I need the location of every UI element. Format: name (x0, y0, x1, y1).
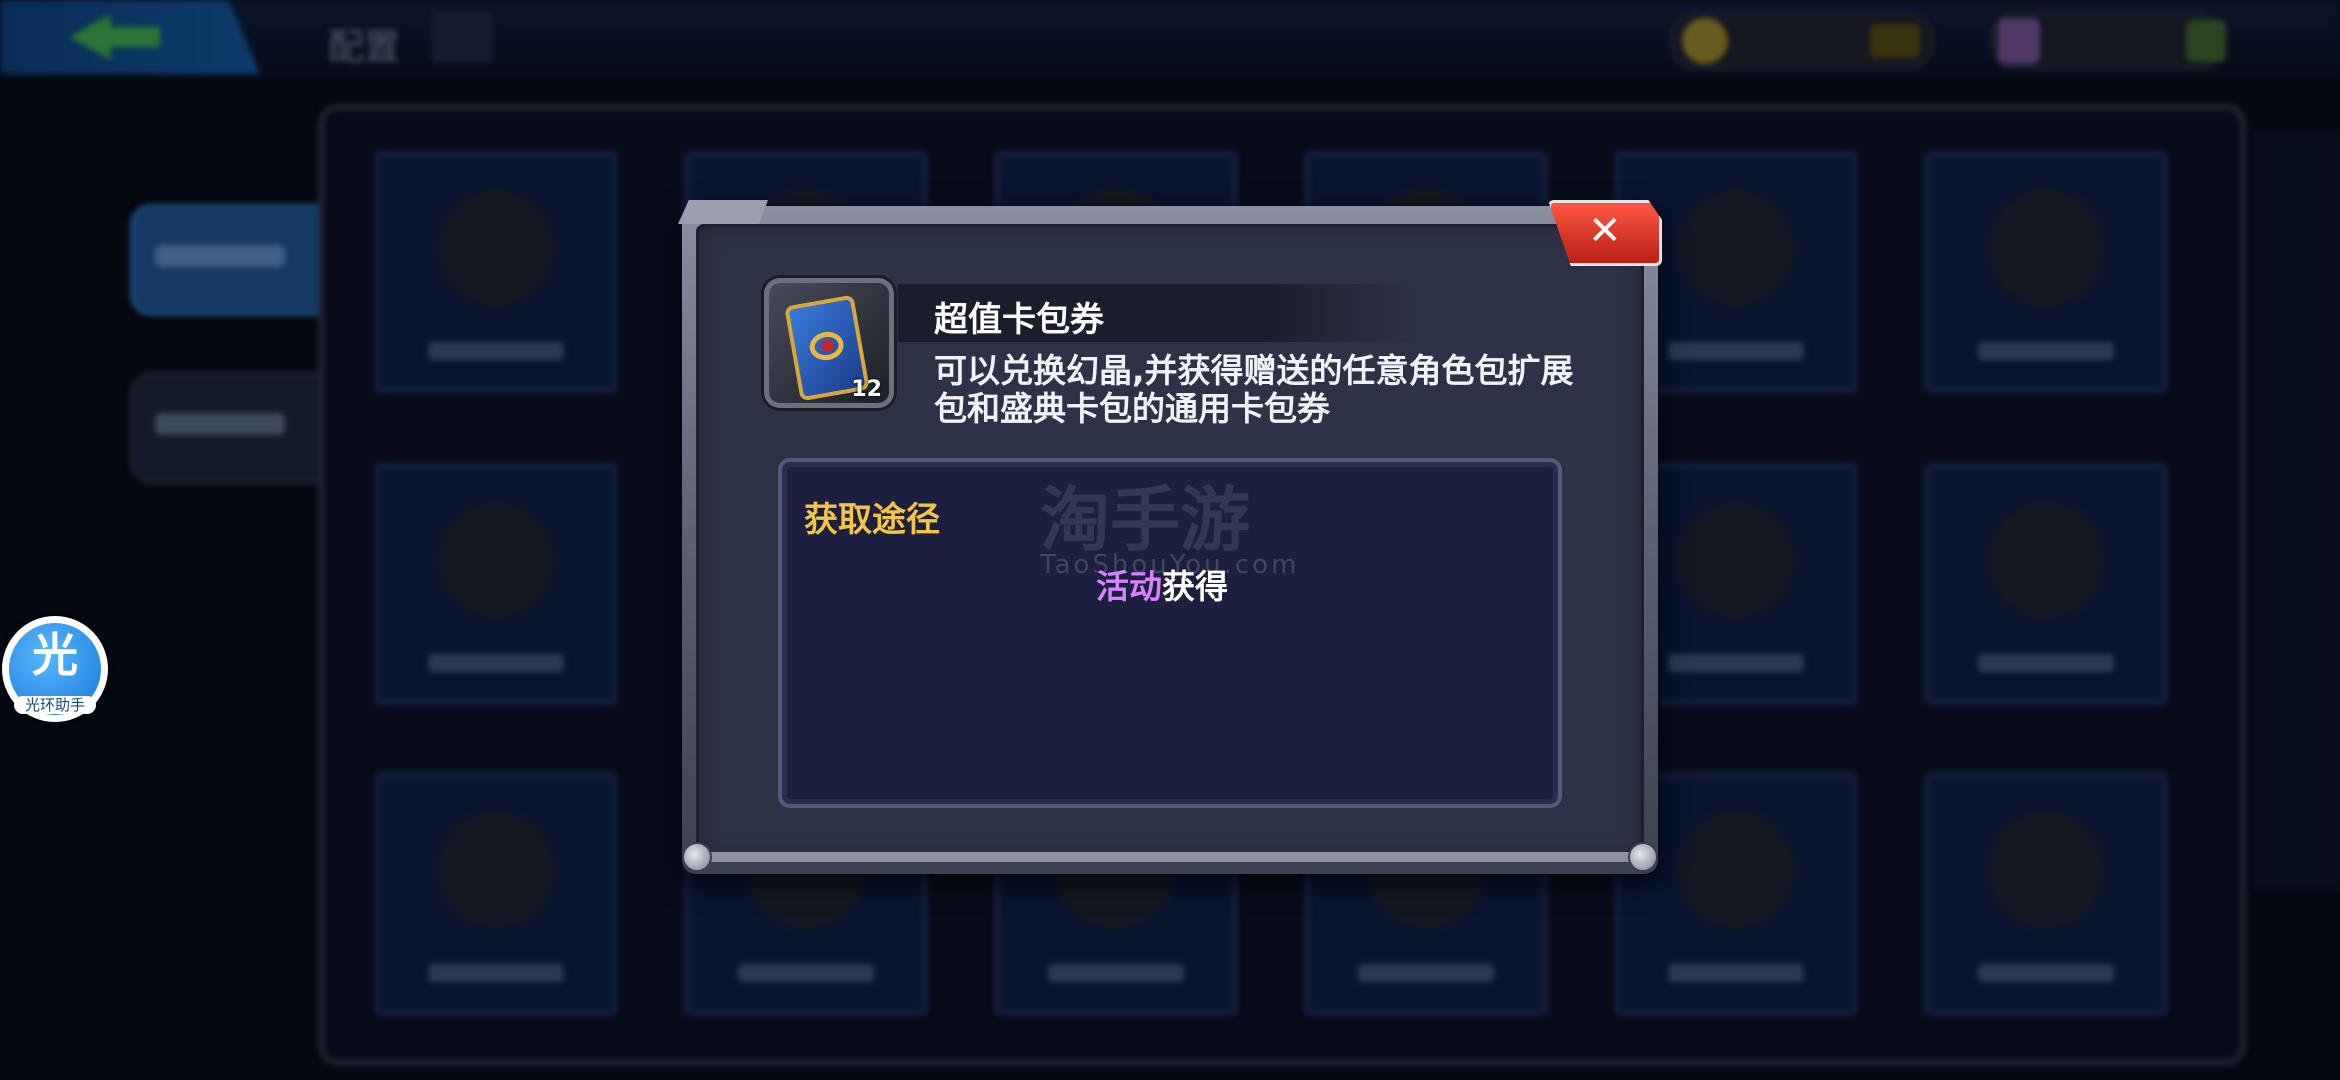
item-description: 可以兑换幻晶,并获得赠送的任意角色包扩展包和盛典卡包的通用卡包券 (934, 351, 1574, 428)
dialog-bottom-rail (692, 852, 1648, 862)
card-pack-ticket-icon: 12 (764, 278, 894, 408)
bolt-icon (1628, 842, 1658, 872)
assistant-glyph: 光 (32, 628, 78, 682)
bolt-icon (682, 842, 712, 872)
acquire-source[interactable]: 活动获得 (1096, 560, 1228, 608)
acquire-source-suffix: 获得 (1162, 567, 1228, 606)
acquire-title: 获取途径 (804, 500, 940, 540)
frame-corner-ornament (678, 200, 768, 224)
item-count: 12 (851, 377, 882, 402)
floating-assistant-button[interactable]: 光 光环助手 (2, 616, 108, 722)
close-button[interactable]: ✕ (1548, 200, 1662, 266)
item-name: 超值卡包券 (934, 300, 1104, 340)
acquire-source-highlight: 活动 (1096, 567, 1162, 606)
assistant-label: 光环助手 (14, 696, 96, 714)
close-icon: ✕ (1588, 208, 1622, 254)
